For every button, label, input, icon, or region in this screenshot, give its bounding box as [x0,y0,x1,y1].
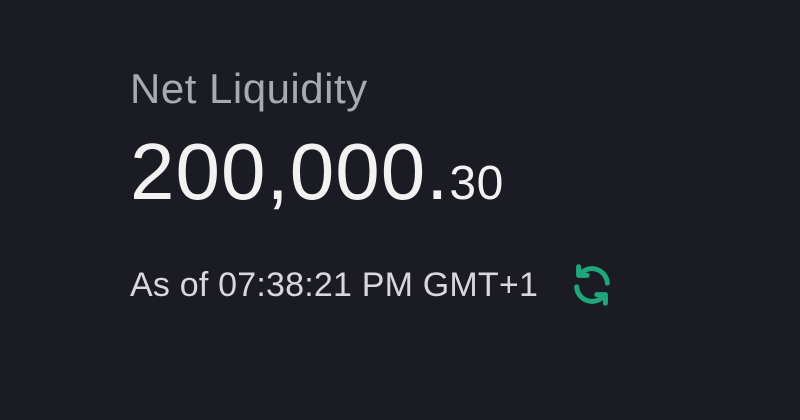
refresh-icon[interactable] [566,259,618,311]
net-liquidity-value-decimal: 30 [449,157,504,210]
net-liquidity-label: Net Liquidity [130,65,368,112]
net-liquidity-value-integer: 200,000. [130,127,450,216]
as-of-timestamp: As of 07:38:21 PM GMT+1 [130,266,539,304]
net-liquidity-content: Net Liquidity 200,000.30 As of 07:38:21 … [130,60,618,311]
as-of-row: As of 07:38:21 PM GMT+1 [130,259,618,311]
net-liquidity-card: Net Liquidity 200,000.30 As of 07:38:21 … [0,0,800,420]
net-liquidity-value: 200,000.30 [130,132,618,235]
